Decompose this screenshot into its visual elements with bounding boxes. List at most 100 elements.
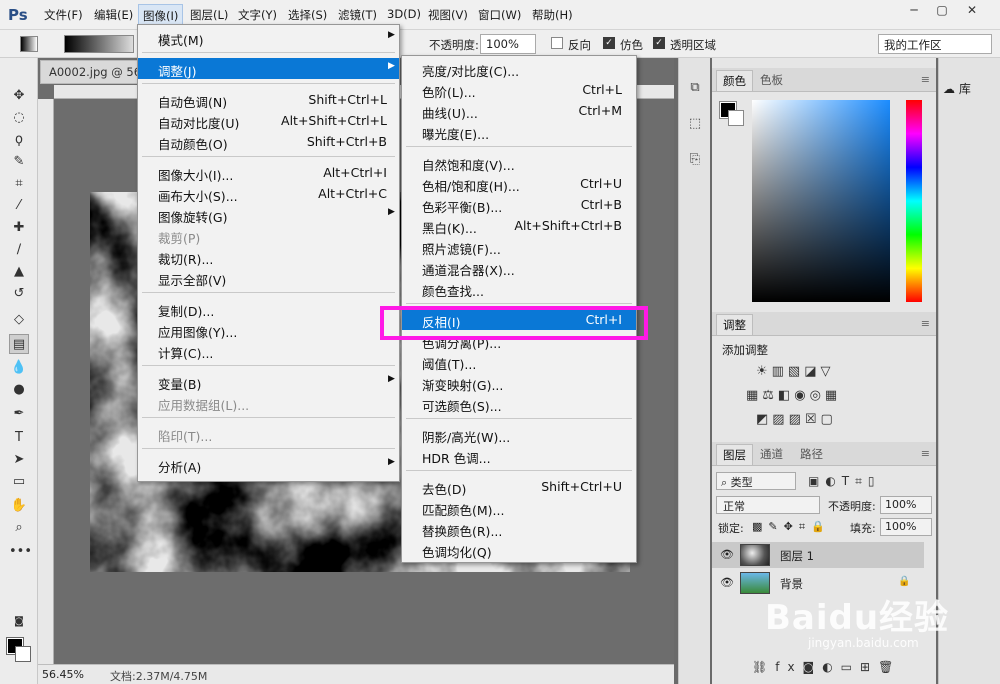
blend-mode-select[interactable]: 正常 <box>716 496 820 514</box>
lock-icons[interactable]: ▩✎✥⌗🔒 <box>752 520 831 534</box>
menu-item[interactable]: 通道混合器(X)... <box>402 257 636 278</box>
menu-item[interactable]: 匹配颜色(M)... <box>402 497 636 518</box>
color-bg-swatch[interactable] <box>728 110 744 126</box>
gradient-tool-icon[interactable]: ▤ <box>9 334 29 354</box>
zoom-level[interactable]: 56.45% <box>42 668 84 681</box>
menu-item[interactable]: 可选颜色(S)... <box>402 393 636 414</box>
clone-stamp-icon[interactable]: ▲ <box>9 262 29 282</box>
tab-adjustments[interactable]: 调整 <box>716 314 753 335</box>
layer-filter-icons[interactable]: ▣◐T⌗▯ <box>808 474 881 489</box>
hand-tool-icon[interactable]: ✋ <box>9 496 29 516</box>
tab-swatches[interactable]: 色板 <box>760 72 783 88</box>
menu-item[interactable]: 曝光度(E)... <box>402 121 636 142</box>
color-field[interactable] <box>752 100 890 302</box>
menu-view[interactable]: 视图(V) <box>428 7 468 23</box>
adjustment-icons-row3[interactable]: ◩▨▨☒▢ <box>756 412 837 427</box>
history-panel-icon[interactable]: ⧉ <box>685 78 705 98</box>
transparency-checkbox[interactable]: ✓ <box>653 37 665 49</box>
panel-menu-icon[interactable]: ≡ <box>921 317 930 330</box>
type-tool-icon[interactable]: T <box>9 428 29 448</box>
dodge-tool-icon[interactable]: ● <box>9 380 29 400</box>
menu-item[interactable]: 色阶(L)... Ctrl+L <box>402 79 636 100</box>
rectangle-tool-icon[interactable]: ▭ <box>9 472 29 492</box>
tab-paths[interactable]: 路径 <box>800 446 823 462</box>
menu-item[interactable]: 色调均化(Q) <box>402 539 636 560</box>
path-select-icon[interactable]: ➤ <box>9 450 29 470</box>
brush-tool-icon[interactable]: ∕ <box>9 240 29 260</box>
menu-item[interactable]: 应用图像(Y)... <box>138 319 399 340</box>
zoom-tool-icon[interactable]: ⌕ <box>9 518 29 538</box>
menu-item[interactable]: 色相/饱和度(H)... Ctrl+U <box>402 173 636 194</box>
layers-footer-icons[interactable]: ⛓fx◙◐▭⊞🗑 <box>752 660 901 674</box>
menu-item[interactable]: 计算(C)... <box>138 340 399 361</box>
menu-type[interactable]: 文字(Y) <box>238 7 277 23</box>
layer-filter-select[interactable]: ⌕ 类型 <box>716 472 796 490</box>
hue-slider[interactable] <box>906 100 922 302</box>
menu-item[interactable]: 调整(J) ▶ <box>138 58 399 79</box>
menu-help[interactable]: 帮助(H) <box>532 7 573 23</box>
history-brush-icon[interactable]: ↺ <box>9 284 29 304</box>
eye-icon[interactable]: 👁 <box>720 548 734 561</box>
close-icon[interactable]: ✕ <box>958 0 986 20</box>
background-color-swatch[interactable] <box>15 646 31 662</box>
menu-layer[interactable]: 图层(L) <box>190 7 228 23</box>
menu-filter[interactable]: 滤镜(T) <box>338 7 377 23</box>
menu-item[interactable]: 替换颜色(R)... <box>402 518 636 539</box>
gradient-preset-icon[interactable] <box>20 36 38 52</box>
healing-brush-icon[interactable]: ✚ <box>9 218 29 238</box>
move-tool-icon[interactable]: ✥ <box>9 86 29 106</box>
gradient-picker[interactable] <box>64 35 134 53</box>
menu-item[interactable]: 模式(M) ▶ <box>138 27 399 48</box>
layer1-name[interactable]: 图层 1 <box>780 548 814 564</box>
menu-item[interactable]: 复制(D)... <box>138 298 399 319</box>
menu-item[interactable]: 显示全部(V) <box>138 267 399 288</box>
eyedropper-tool-icon[interactable]: ⁄ <box>9 196 29 216</box>
menu-item[interactable]: 阈值(T)... <box>402 351 636 372</box>
crop-tool-icon[interactable]: ⌗ <box>9 174 29 194</box>
panel-menu-icon[interactable]: ≡ <box>921 73 930 86</box>
quick-select-tool-icon[interactable]: ✎ <box>9 152 29 172</box>
menu-item[interactable]: 色彩平衡(B)... Ctrl+B <box>402 194 636 215</box>
menu-item[interactable]: HDR 色调... <box>402 445 636 466</box>
layer-row-layer1[interactable]: 👁 图层 1 <box>712 542 924 568</box>
menu-item[interactable]: 自动颜色(O) Shift+Ctrl+B <box>138 131 399 152</box>
quick-mask-icon[interactable]: ◙ <box>9 612 29 632</box>
menu-item[interactable]: 自然饱和度(V)... <box>402 152 636 173</box>
reverse-checkbox[interactable] <box>551 37 563 49</box>
panel-menu-icon[interactable]: ≡ <box>921 447 930 460</box>
menu-edit[interactable]: 编辑(E) <box>94 7 133 23</box>
more-tools-icon[interactable]: ••• <box>9 542 32 562</box>
libraries-button[interactable]: ☁ 库 <box>943 80 971 97</box>
3d-panel-icon[interactable]: ⬚ <box>685 114 705 134</box>
menu-item[interactable]: 照片滤镜(F)... <box>402 236 636 257</box>
menu-window[interactable]: 窗口(W) <box>478 7 521 23</box>
clone-source-icon[interactable]: ⎘ <box>685 150 705 170</box>
adjustment-icons-row1[interactable]: ☀▥▧◪▽ <box>756 364 835 379</box>
menu-item[interactable]: 亮度/对比度(C)... <box>402 58 636 79</box>
menu-item[interactable]: 渐变映射(G)... <box>402 372 636 393</box>
maximize-icon[interactable]: ▢ <box>928 0 956 20</box>
tab-color[interactable]: 颜色 <box>716 70 753 91</box>
tab-layers[interactable]: 图层 <box>716 444 753 465</box>
menu-item[interactable]: 图像旋转(G) ▶ <box>138 204 399 225</box>
menu-item[interactable]: 去色(D) Shift+Ctrl+U <box>402 476 636 497</box>
eraser-tool-icon[interactable]: ◇ <box>9 310 29 330</box>
menu-item[interactable]: 曲线(U)... Ctrl+M <box>402 100 636 121</box>
menu-item[interactable]: 黑白(K)... Alt+Shift+Ctrl+B <box>402 215 636 236</box>
opacity-input[interactable]: 100% <box>480 34 536 54</box>
adjustment-icons-row2[interactable]: ▦⚖◧◉◎▦ <box>746 388 841 403</box>
tab-channels[interactable]: 通道 <box>760 446 783 462</box>
fill-input[interactable]: 100% <box>880 518 932 536</box>
menu-item[interactable]: 图像大小(I)... Alt+Ctrl+I <box>138 162 399 183</box>
minimize-icon[interactable]: ─ <box>900 0 928 20</box>
menu-select[interactable]: 选择(S) <box>288 7 327 23</box>
layer-opacity-input[interactable]: 100% <box>880 496 932 514</box>
pen-tool-icon[interactable]: ✒ <box>9 404 29 424</box>
menu-item[interactable]: 自动对比度(U) Alt+Shift+Ctrl+L <box>138 110 399 131</box>
blur-tool-icon[interactable]: 💧 <box>9 358 29 378</box>
menu-item[interactable]: 阴影/高光(W)... <box>402 424 636 445</box>
menu-item[interactable]: 变量(B) ▶ <box>138 371 399 392</box>
menu-item[interactable]: 颜色查找... <box>402 278 636 299</box>
menu-item[interactable]: 画布大小(S)... Alt+Ctrl+C <box>138 183 399 204</box>
menu-item[interactable]: 自动色调(N) Shift+Ctrl+L <box>138 89 399 110</box>
